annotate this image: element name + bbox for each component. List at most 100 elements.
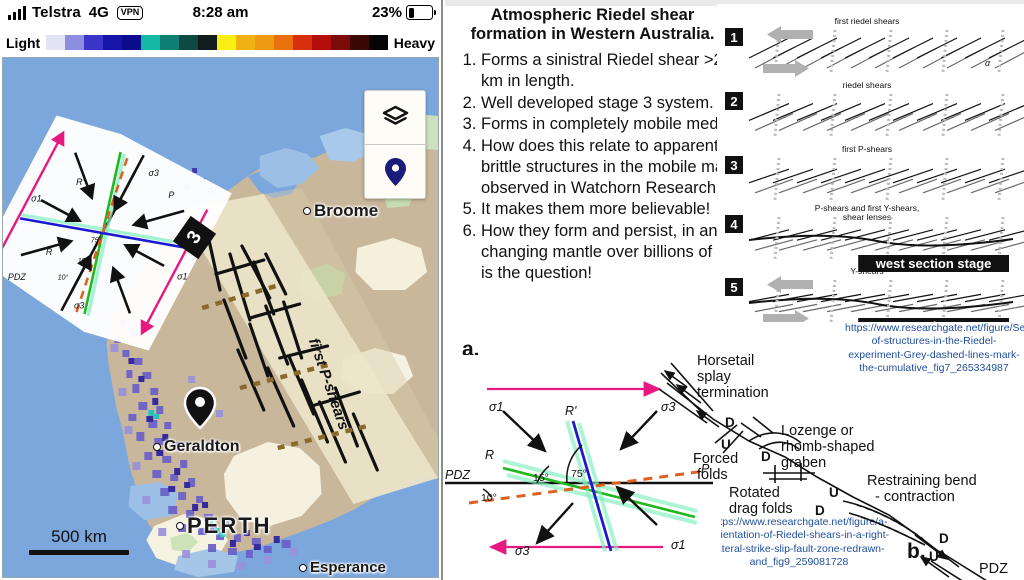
city-label: Geraldton (164, 438, 240, 455)
stage-number: 3 (730, 158, 737, 173)
stage-caption: first riedel shears (835, 16, 900, 26)
legend-swatch-17 (368, 35, 388, 50)
svg-text:Restraining bend: Restraining bend (867, 473, 977, 489)
svg-text:10°: 10° (58, 273, 69, 281)
slide-panel: Atmospheric Riedel shear formation in We… (445, 0, 1024, 580)
section-stage-tag: west section stage (875, 256, 992, 271)
legend-swatch-15 (330, 35, 350, 50)
legend-swatch-4 (122, 35, 142, 50)
map-city-perth: PERTH (176, 513, 272, 539)
svg-text:Horsetail: Horsetail (697, 353, 754, 369)
legend-swatch-5 (141, 35, 161, 50)
scale-label: 500 km (51, 527, 107, 546)
locate-me-button[interactable] (365, 144, 425, 198)
riedel-stage-sequence-figure: 1 first riedel shears α 2 riedel shears 3 firs… (717, 4, 1024, 322)
stage-caption: Y-shears (850, 266, 883, 276)
legend-swatch-9 (216, 35, 236, 50)
svg-text:splay: splay (697, 369, 732, 385)
svg-text:drag folds: drag folds (729, 501, 793, 517)
legend-swatch-10 (235, 35, 255, 50)
intensity-legend: Light Heavy (0, 30, 441, 55)
svg-text:σ1: σ1 (31, 194, 41, 204)
stage-caption-line2: shear lenses (843, 212, 891, 222)
svg-text:σ3: σ3 (74, 300, 84, 310)
scale-line (29, 550, 129, 555)
stage-number: 1 (730, 30, 737, 45)
city-label: Broome (314, 201, 379, 220)
city-dot-icon (299, 563, 307, 572)
alpha-angle-label: α (985, 58, 991, 68)
legend-heavy-label: Heavy (393, 34, 435, 51)
svg-text:Rotated: Rotated (729, 485, 780, 501)
svg-text:termination: termination (697, 385, 769, 401)
map-scale-bar: 500 km (29, 527, 129, 555)
fault-annotations: Horsetail splay termination Lozenge or r… (693, 353, 1008, 577)
svg-text:graben: graben (781, 455, 826, 471)
selected-location-pin[interactable] (183, 386, 217, 430)
city-dot-icon (153, 443, 161, 451)
battery-percent-label: 23% (371, 4, 402, 21)
angle-15-label: 15° (533, 472, 549, 484)
legend-swatch-16 (349, 35, 369, 50)
stage-number: 4 (730, 217, 738, 232)
stage-number: 5 (730, 280, 737, 295)
svg-text:D: D (939, 531, 949, 546)
layers-icon (382, 105, 408, 125)
legend-swatch-12 (273, 35, 293, 50)
svg-text:Forced: Forced (693, 451, 738, 467)
stage-caption: riedel shears (843, 80, 892, 90)
section-stage-tag: east section stage (877, 319, 990, 322)
city-label: PERTH (187, 513, 272, 538)
svg-text:P: P (168, 190, 174, 200)
legend-light-label: Light (6, 34, 41, 51)
map-pin-icon (384, 157, 406, 186)
r-prime-label: R' (565, 404, 577, 418)
stage-number: 2 (730, 94, 737, 109)
svg-text:U: U (929, 549, 939, 564)
legend-swatch-8 (197, 35, 217, 50)
map-controls[interactable] (364, 90, 426, 199)
legend-swatch-11 (254, 35, 274, 50)
svg-text:σ3: σ3 (148, 168, 158, 178)
map-city-broome: Broome (303, 201, 378, 221)
svg-text:75°: 75° (91, 237, 102, 245)
legend-swatch-1 (65, 35, 85, 50)
svg-text:U: U (721, 437, 731, 452)
svg-text:Lozenge or: Lozenge or (781, 423, 854, 439)
city-label: Esperance (310, 559, 386, 576)
slide-title: Atmospheric Riedel shear formation in We… (470, 6, 715, 44)
svg-text:PDZ: PDZ (979, 561, 1008, 577)
legend-swatch-13 (292, 35, 312, 50)
svg-text:PDZ: PDZ (8, 272, 26, 282)
status-bar-right: 23% (371, 4, 436, 21)
legend-swatch-3 (103, 35, 123, 50)
status-bar: Telstra 4G VPN 8:28 am 23% (0, 0, 441, 30)
map-city-geraldton: Geraldton (153, 438, 240, 456)
svg-text:D: D (815, 503, 825, 518)
map-canvas[interactable]: PDZ R R' P σ1 σ1 σ3 σ3 10° 15° 75° 3 fir… (2, 57, 439, 578)
fault-structures-diagram: DU D UD DU Horsetail splay termination L… (658, 353, 1008, 580)
svg-text:σ1: σ1 (177, 272, 187, 282)
svg-text:U: U (829, 485, 839, 500)
svg-text:rhomb-shaped: rhomb-shaped (781, 439, 875, 455)
map-city-esperance: Esperance (299, 559, 386, 576)
legend-color-ramp (46, 35, 388, 50)
battery-icon (406, 5, 436, 20)
stage-caption: first P-shears (842, 144, 892, 154)
r-label: R (485, 448, 494, 462)
city-dot-icon (176, 522, 184, 530)
layers-button[interactable] (365, 91, 425, 144)
legend-swatch-6 (160, 35, 179, 50)
legend-swatch-0 (46, 35, 66, 50)
legend-swatch-7 (179, 35, 198, 50)
angle-75-label: 75° (571, 468, 587, 480)
svg-text:15°: 15° (78, 257, 89, 265)
legend-swatch-2 (84, 35, 104, 50)
legend-swatch-14 (311, 35, 331, 50)
screenshot-root: Telstra 4G VPN 8:28 am 23% Light Heavy P… (0, 0, 1024, 580)
phone-screenshot-panel: Telstra 4G VPN 8:28 am 23% Light Heavy P… (0, 0, 443, 580)
svg-text:- contraction: - contraction (875, 489, 955, 505)
svg-text:R: R (46, 247, 53, 257)
angle-10-label: 10° (481, 492, 497, 504)
sigma1-label-top: σ1 (489, 400, 504, 414)
